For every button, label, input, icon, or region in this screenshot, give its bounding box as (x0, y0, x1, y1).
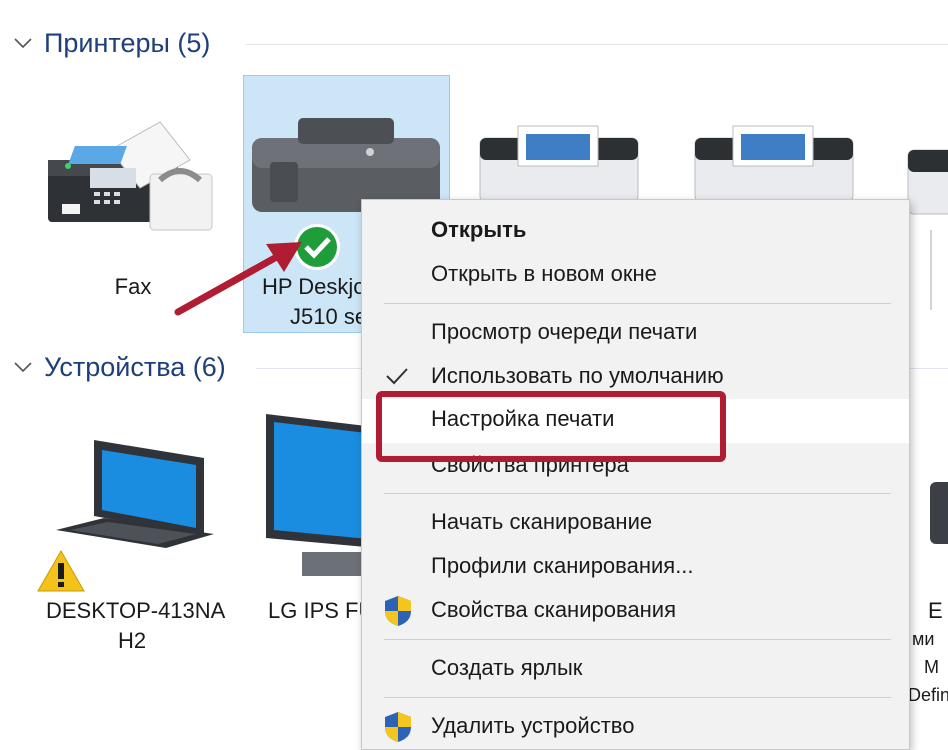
warning-icon (37, 549, 85, 592)
menu-item-start-scan[interactable]: Начать сканирование (362, 502, 909, 546)
menu-separator (384, 493, 891, 494)
devices-section-title: Устройства (6) (44, 352, 226, 382)
printer-device[interactable] (693, 124, 855, 204)
partial-tile-edge (930, 230, 948, 310)
partial-device[interactable] (930, 482, 948, 544)
menu-item-remove-device[interactable]: Удалить устройство (362, 706, 909, 750)
monitor-icon (266, 414, 362, 576)
context-menu: Открыть Открыть в новом окне Просмотр оч… (361, 199, 910, 750)
monitor-device[interactable] (262, 412, 362, 582)
printer-device[interactable] (906, 136, 948, 216)
fax-device[interactable] (40, 110, 220, 240)
monitor-label: LG IPS FU (268, 598, 375, 623)
menu-item-scan-profiles[interactable]: Профили сканирования... (362, 546, 909, 590)
printer-icon (907, 149, 948, 215)
printer-device[interactable] (478, 124, 640, 204)
fax-label: Fax (114, 274, 152, 299)
menu-item-scan-properties[interactable]: Свойства сканирования (362, 590, 909, 634)
partial-device-label-line3: M (924, 657, 939, 677)
partial-device-label-line1: E (928, 598, 943, 623)
menu-item-label: Удалить устройство (431, 713, 635, 738)
laptop-icon (56, 440, 214, 548)
annotation-arrow-icon (174, 242, 302, 316)
menu-item-label: Просмотр очереди печати (431, 319, 698, 344)
fax-icon (48, 121, 213, 231)
partial-device-label-line2: ми (912, 629, 935, 649)
laptop-label-line2: H2 (118, 628, 147, 653)
partial-device-label-line4: Defin (908, 685, 948, 705)
checkmark-icon (386, 368, 408, 385)
shield-icon (385, 596, 411, 626)
menu-item-label: Открыть (431, 217, 527, 242)
printer-icon (694, 125, 854, 203)
section-divider (246, 44, 948, 45)
annotation-highlight-box (376, 391, 726, 462)
menu-item-open-new-window[interactable]: Открыть в новом окне (362, 254, 909, 298)
shield-icon (385, 712, 411, 742)
menu-separator (384, 639, 891, 640)
menu-item-label: Начать сканирование (431, 509, 653, 534)
menu-item-create-shortcut[interactable]: Создать ярлык (362, 648, 909, 692)
chevron-down-icon[interactable] (12, 356, 34, 378)
menu-item-label: Свойства сканирования (431, 597, 676, 622)
printers-section-title: Принтеры (5) (44, 28, 211, 58)
device-icon (930, 482, 948, 544)
chevron-down-icon[interactable] (12, 32, 34, 54)
menu-item-label: Профили сканирования... (431, 553, 694, 578)
menu-separator (384, 697, 891, 698)
printers-section-header[interactable]: Принтеры (5) (0, 22, 948, 68)
menu-item-label: Создать ярлык (431, 655, 583, 680)
menu-item-print-queue[interactable]: Просмотр очереди печати (362, 312, 909, 356)
menu-item-label: Открыть в новом окне (431, 261, 657, 286)
menu-item-label: Использовать по умолчанию (431, 363, 724, 388)
menu-item-open[interactable]: Открыть (362, 210, 909, 254)
laptop-device[interactable] (46, 430, 216, 560)
laptop-label-line1: DESKTOP-413NA (46, 598, 226, 623)
menu-separator (384, 303, 891, 304)
printer-icon (479, 125, 639, 203)
